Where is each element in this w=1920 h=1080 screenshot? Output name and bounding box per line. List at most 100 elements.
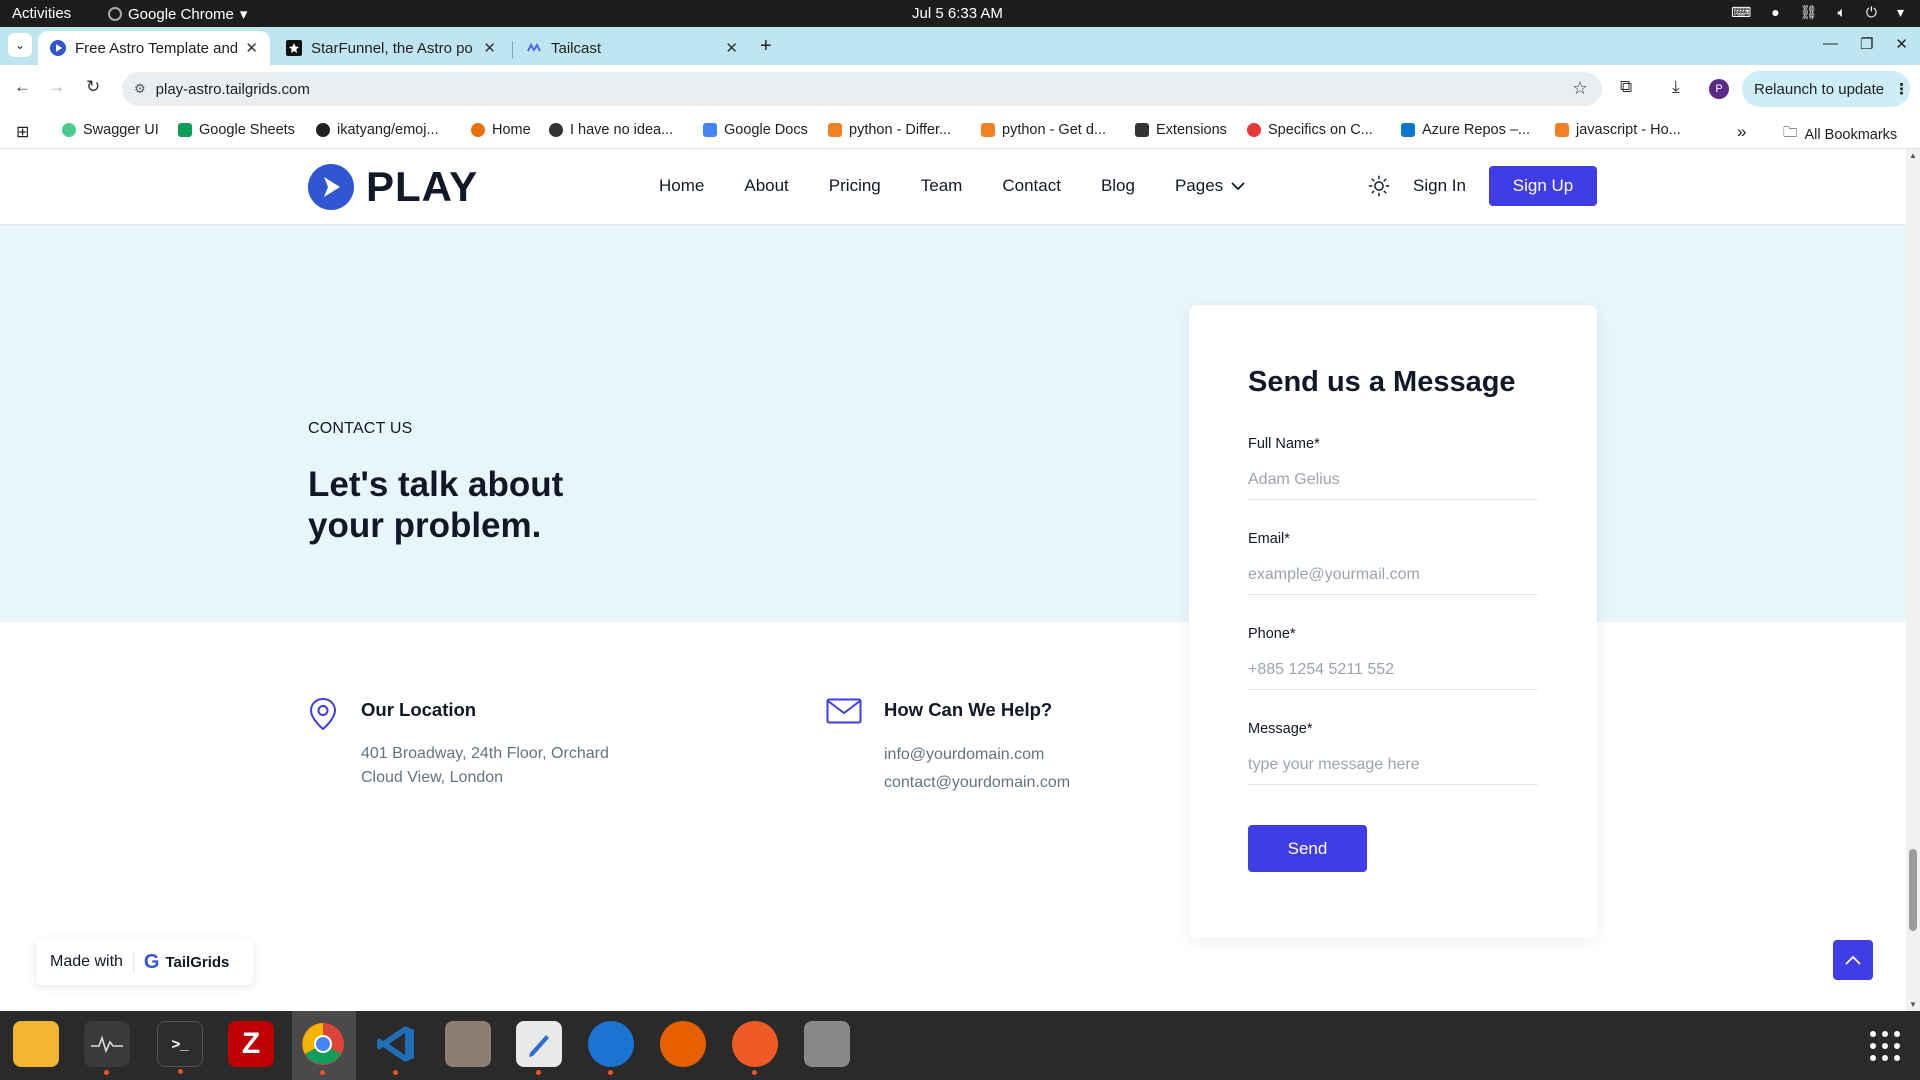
site-header: PLAY Home About Pricing Team Contact Blo… <box>0 149 1906 225</box>
chrome-icon[interactable] <box>300 1021 346 1075</box>
bookmark-item[interactable]: python - Get d... <box>981 122 1106 138</box>
bookmark-star-icon[interactable]: ☆ <box>1572 78 1588 99</box>
color-picker-icon[interactable]: ● <box>1771 4 1779 21</box>
power-icon[interactable]: ⏻ <box>1866 4 1877 21</box>
bookmark-item[interactable]: Google Docs <box>703 122 808 138</box>
help-email-info[interactable]: info@yourdomain.com <box>884 742 1044 767</box>
azure-icon <box>1401 123 1415 137</box>
firefox-icon[interactable] <box>660 1021 706 1067</box>
app-menu[interactable]: Google Chrome ▾ <box>108 5 247 23</box>
scrollbar-thumb[interactable] <box>1909 849 1917 931</box>
all-bookmarks-button[interactable]: 🗀 All Bookmarks <box>1783 122 1897 147</box>
nav-pages[interactable]: Pages <box>1175 176 1245 196</box>
show-apps-grid-icon[interactable] <box>1870 1031 1900 1061</box>
files-icon[interactable] <box>445 1021 491 1067</box>
sun-icon[interactable] <box>1368 175 1390 197</box>
site-info-icon[interactable]: ⚙ <box>134 81 146 97</box>
star-icon <box>286 40 302 56</box>
sign-up-button[interactable]: Sign Up <box>1489 166 1597 206</box>
bookmark-item[interactable]: ikatyang/emoj... <box>316 122 439 138</box>
location-title: Our Location <box>361 699 477 720</box>
download-icon[interactable]: ⤓ <box>1672 77 1680 97</box>
full-name-input[interactable] <box>1248 460 1538 500</box>
system-monitor-icon[interactable] <box>84 1021 130 1075</box>
filezilla-icon[interactable]: Z <box>228 1021 274 1067</box>
bookmark-item[interactable]: Specifics on C... <box>1247 122 1373 138</box>
made-with-badge[interactable]: Made with G TailGrids <box>36 939 253 985</box>
terminal-icon[interactable]: >_ <box>157 1021 203 1074</box>
bookmark-item[interactable]: Swagger UI <box>62 122 159 138</box>
phone-label: Phone* <box>1248 626 1296 642</box>
system-tray[interactable]: ⌨ ● ⛓ 🔈︎ ⏻ ▾ <box>1731 4 1904 21</box>
bookmark-label: javascript - Ho... <box>1576 122 1681 138</box>
address-bar[interactable]: ⚙ play-astro.tailgrids.com ☆ <box>122 72 1602 106</box>
site-logo[interactable]: PLAY <box>308 163 478 211</box>
close-icon[interactable]: ✕ <box>483 39 496 57</box>
bookmark-item[interactable]: Extensions <box>1135 122 1227 138</box>
email-input[interactable] <box>1248 555 1538 595</box>
scroll-up-icon[interactable]: ▲ <box>1909 151 1917 160</box>
docs-icon <box>703 123 717 137</box>
nav-home[interactable]: Home <box>659 176 704 196</box>
thunderbird-icon[interactable] <box>588 1021 634 1075</box>
bookmark-label: python - Get d... <box>1002 122 1106 138</box>
tab-tailcast[interactable]: Tailcast ✕ <box>514 31 750 65</box>
stackoverflow-icon <box>828 123 842 137</box>
close-window-icon[interactable]: ✕ <box>1895 35 1908 53</box>
sign-in-link[interactable]: Sign In <box>1413 176 1466 196</box>
minimize-icon[interactable]: — <box>1823 35 1838 53</box>
back-to-top-button[interactable] <box>1833 940 1873 980</box>
volume-icon[interactable]: 🔈︎ <box>1837 4 1845 21</box>
bookmark-item[interactable]: python - Differ... <box>828 122 951 138</box>
phone-input[interactable] <box>1248 650 1538 690</box>
new-tab-button[interactable]: + <box>760 35 772 58</box>
translate-icon[interactable]: ⌨ <box>1731 4 1751 21</box>
bookmark-item[interactable]: Google Sheets <box>178 122 295 138</box>
bookmark-item[interactable]: Azure Repos –... <box>1401 122 1530 138</box>
nav-pricing[interactable]: Pricing <box>829 176 881 196</box>
network-icon[interactable]: ⛓ <box>1800 4 1818 21</box>
disk-utility-icon[interactable] <box>804 1021 850 1067</box>
bookmark-item[interactable]: javascript - Ho... <box>1555 122 1681 138</box>
send-button[interactable]: Send <box>1248 825 1367 872</box>
contact-form-card: Send us a Message Full Name* Email* Phon… <box>1189 305 1597 938</box>
extensions-icon[interactable]: ⧉ <box>1620 77 1632 97</box>
bookmarks-bar: ⊞ Swagger UI Google Sheets ikatyang/emoj… <box>0 113 1920 149</box>
text-editor-icon[interactable] <box>516 1021 562 1075</box>
nav-about[interactable]: About <box>744 176 788 196</box>
tab-play-astro[interactable]: Free Astro Template and ✕ <box>38 31 270 65</box>
restore-icon[interactable]: ❐ <box>1860 35 1873 53</box>
bookmark-item[interactable]: Home <box>471 122 531 138</box>
stackoverflow-icon <box>981 123 995 137</box>
profile-avatar[interactable]: P <box>1709 79 1729 99</box>
help-email-contact[interactable]: contact@yourdomain.com <box>884 770 1070 795</box>
message-input[interactable] <box>1248 745 1538 785</box>
notes-app-icon[interactable] <box>13 1021 59 1067</box>
close-icon[interactable]: ✕ <box>725 39 738 57</box>
close-icon[interactable]: ✕ <box>245 39 258 57</box>
activities-button[interactable]: Activities <box>12 5 71 22</box>
nav-blog[interactable]: Blog <box>1101 176 1135 196</box>
nav-team[interactable]: Team <box>921 176 963 196</box>
clock[interactable]: Jul 5 6:33 AM <box>912 5 1003 22</box>
tailgrids-logo-icon: G <box>143 950 160 973</box>
scroll-down-icon[interactable]: ▼ <box>1909 1000 1917 1009</box>
vscode-icon[interactable] <box>373 1021 419 1075</box>
bookmarks-overflow-button[interactable]: » <box>1737 122 1746 142</box>
forward-arrow-icon[interactable]: → <box>48 77 65 97</box>
relaunch-to-update-button[interactable]: Relaunch to update ⋮ <box>1742 71 1910 107</box>
tab-search-button[interactable]: ⌄ <box>8 33 32 57</box>
caret-down-icon[interactable]: ▾ <box>1897 4 1904 21</box>
bookmark-label: ikatyang/emoj... <box>337 122 439 138</box>
page-scrollbar[interactable]: ▲ ▼ <box>1906 149 1920 1011</box>
nav-contact[interactable]: Contact <box>1002 176 1061 196</box>
bookmark-item[interactable]: I have no idea... <box>549 122 673 138</box>
location-line-1: 401 Broadway, 24th Floor, Orchard <box>361 745 609 762</box>
back-arrow-icon[interactable]: ← <box>14 77 31 97</box>
app-menu-label: Google Chrome <box>128 5 234 23</box>
tab-starfunnel[interactable]: StarFunnel, the Astro po ✕ <box>274 31 508 65</box>
play-logo-icon <box>50 40 66 56</box>
reload-icon[interactable]: ↻ <box>86 77 100 97</box>
apps-grid-icon[interactable]: ⊞ <box>16 122 29 142</box>
postman-icon[interactable] <box>732 1021 778 1075</box>
